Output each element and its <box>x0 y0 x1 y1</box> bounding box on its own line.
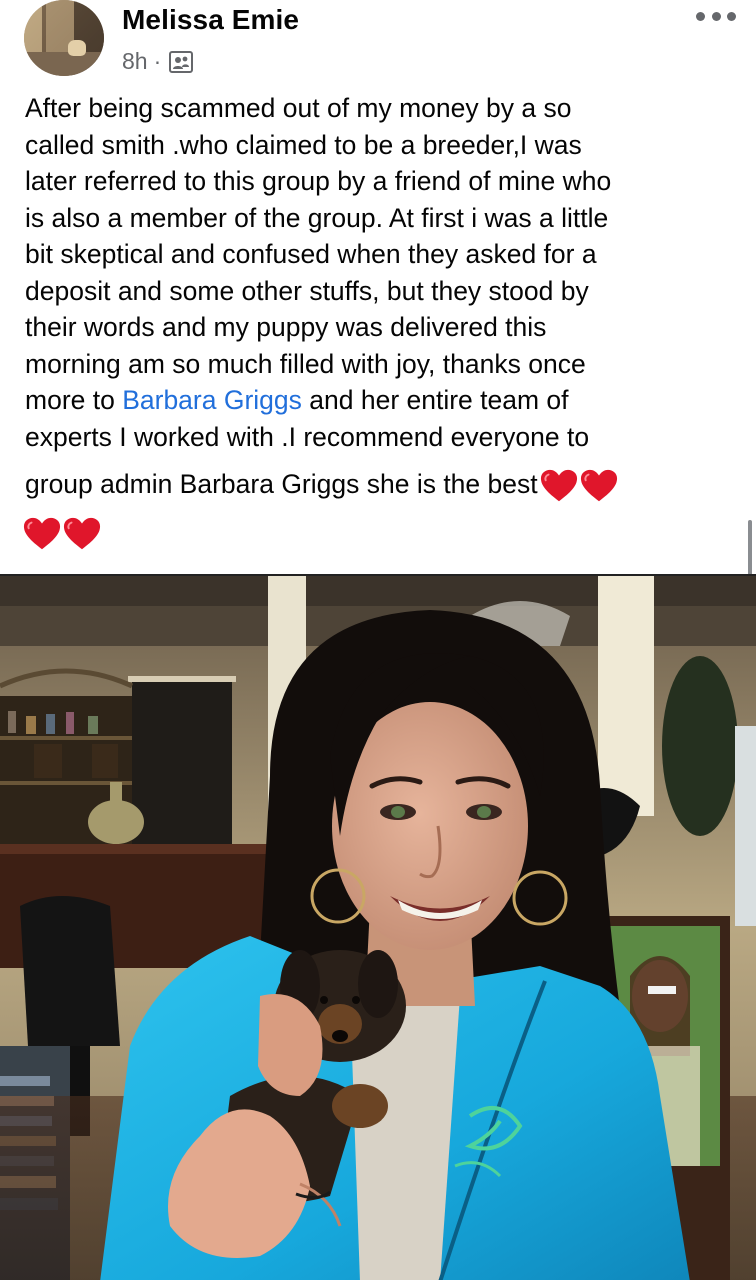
avatar-floor <box>24 52 104 76</box>
heart-emoji-icon <box>580 469 617 502</box>
more-dot <box>711 11 721 21</box>
line-text: and her entire team of <box>301 385 569 415</box>
post-text-line: called smith .who claimed to be a breede… <box>25 129 582 160</box>
more-dot <box>727 11 736 21</box>
post-text-line: deposit and some other stuffs, but they … <box>25 275 589 306</box>
post-text-line: group admin Barbara Griggs she is the be… <box>25 461 737 507</box>
heart-emoji-icon <box>23 517 61 550</box>
heart-emoji-icon <box>63 517 101 550</box>
post-text-line: later referred to this group by a friend… <box>25 166 612 196</box>
post-text-line: is also a member of the group. At first … <box>25 202 609 233</box>
friends-icon[interactable] <box>169 50 194 73</box>
photo-illustration <box>0 576 756 1280</box>
mention-link[interactable]: Barbara Griggs <box>122 385 302 415</box>
post-text-line: their words and my puppy was delivered t… <box>25 312 547 342</box>
meta-separator: · <box>153 48 162 74</box>
more-options-icon[interactable] <box>696 4 736 28</box>
post-text-line: morning am so much filled with joy, than… <box>25 348 586 379</box>
post-header: Melissa Emie 8h · <box>0 0 756 82</box>
more-dot <box>696 11 705 21</box>
heart-emoji-icon <box>540 469 577 502</box>
post-meta: 8h · <box>122 48 194 75</box>
line-text: more to <box>25 385 123 415</box>
avatar-dog <box>68 40 86 56</box>
post-timestamp[interactable]: 8h <box>122 48 148 75</box>
post-text-line: experts I worked with .I recommend every… <box>25 421 590 452</box>
post-text-line <box>23 509 737 555</box>
post-photo[interactable] <box>0 574 756 1280</box>
post-text-line: more to Barbara Griggs and her entire te… <box>25 382 737 419</box>
facebook-post: Melissa Emie 8h · After being scammed ou… <box>0 0 756 1280</box>
post-text-line: bit skeptical and confused when they ask… <box>25 239 597 269</box>
line-text: group admin Barbara Griggs she is the be… <box>25 469 538 499</box>
post-text-line: After being scammed out of my money by a… <box>25 93 572 123</box>
author-name[interactable]: Melissa Emie <box>122 4 299 36</box>
author-avatar[interactable] <box>24 0 104 76</box>
post-text: After being scammed out of my money by a… <box>23 90 737 555</box>
